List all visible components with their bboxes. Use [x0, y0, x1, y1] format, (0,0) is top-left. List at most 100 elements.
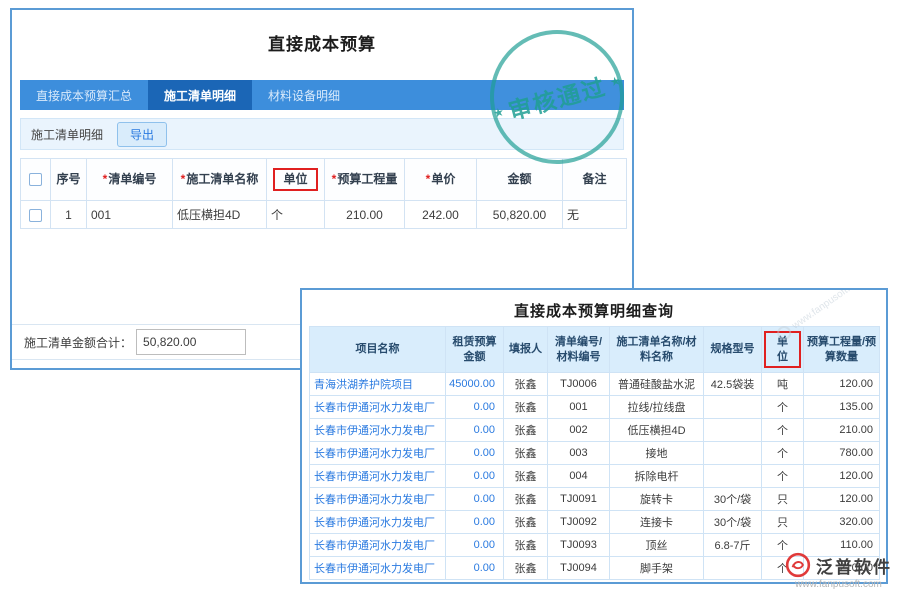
stamp-content: ★ 审核通过 ★: [489, 64, 625, 131]
quantity-cell: 135.00: [804, 396, 880, 419]
item-name-cell: 拆除电杆: [610, 465, 704, 488]
project-name-cell[interactable]: 长春市伊通河水力发电厂: [310, 419, 446, 442]
header-list-code: *清单编号: [87, 159, 173, 201]
unit-highlight-box: 单位: [273, 168, 317, 192]
brand-url: www.fanpusoft.com: [795, 579, 882, 590]
export-button[interactable]: 导出: [117, 122, 167, 147]
project-name-cell[interactable]: 长春市伊通河水力发电厂: [310, 534, 446, 557]
tab-material-equipment-detail[interactable]: 材料设备明细: [252, 80, 356, 110]
code-cell: 001: [548, 396, 610, 419]
project-name-cell[interactable]: 长春市伊通河水力发电厂: [310, 511, 446, 534]
project-name-cell[interactable]: 长春市伊通河水力发电厂: [310, 557, 446, 580]
item-name-cell: 普通硅酸盐水泥: [610, 373, 704, 396]
spec-cell: [704, 442, 762, 465]
item-name-cell: 接地: [610, 442, 704, 465]
price-cell: 242.00: [405, 201, 477, 229]
table-row[interactable]: 青海洪湖养护院项目 45000.00 张鑫 TJ0006 普通硅酸盐水泥 42.…: [310, 373, 880, 396]
unit-cell: 只: [762, 488, 804, 511]
code-cell: 004: [548, 465, 610, 488]
unit-cell: 个: [762, 442, 804, 465]
row-checkbox[interactable]: [29, 209, 42, 222]
rent-budget-cell: 0.00: [446, 534, 504, 557]
filler-cell: 张鑫: [504, 534, 548, 557]
project-name-cell[interactable]: 长春市伊通河水力发电厂: [310, 396, 446, 419]
code-cell: TJ0006: [548, 373, 610, 396]
required-mark: *: [103, 172, 108, 186]
tab-construction-list-detail[interactable]: 施工清单明细: [148, 80, 252, 110]
table-row[interactable]: 长春市伊通河水力发电厂 0.00 张鑫 003 接地 个 780.00: [310, 442, 880, 465]
item-name-cell: 连接卡: [610, 511, 704, 534]
header-code: 清单编号/材料编号: [548, 327, 610, 373]
project-name-cell[interactable]: 长春市伊通河水力发电厂: [310, 442, 446, 465]
header-list-name: *施工清单名称: [173, 159, 267, 201]
header-filler: 填报人: [504, 327, 548, 373]
code-cell: 002: [548, 419, 610, 442]
spec-cell: [704, 557, 762, 580]
header-rent-budget: 租赁预算金额: [446, 327, 504, 373]
unit-cell: 只: [762, 511, 804, 534]
filler-cell: 张鑫: [504, 396, 548, 419]
code-cell: TJ0093: [548, 534, 610, 557]
list-name-cell: 低压横担4D: [173, 201, 267, 229]
rent-budget-cell: 0.00: [446, 465, 504, 488]
code-cell: 003: [548, 442, 610, 465]
total-amount-input[interactable]: [136, 329, 246, 355]
required-mark: *: [181, 172, 186, 186]
spec-cell: [704, 465, 762, 488]
header-quantity: 预算工程量/预算数量: [804, 327, 880, 373]
rent-budget-cell: 0.00: [446, 511, 504, 534]
table-row[interactable]: 长春市伊通河水力发电厂 0.00 张鑫 004 拆除电杆 个 120.00: [310, 465, 880, 488]
rent-budget-cell: 0.00: [446, 419, 504, 442]
query-panel: www.fanpusoft.com 直接成本预算明细查询 项目名称 租赁预算金额…: [300, 288, 888, 584]
table-row[interactable]: 长春市伊通河水力发电厂 0.00 张鑫 TJ0091 旋转卡 30个/袋 只 1…: [310, 488, 880, 511]
item-name-cell: 拉线/拉线盘: [610, 396, 704, 419]
spec-cell: 30个/袋: [704, 488, 762, 511]
table-row[interactable]: 长春市伊通河水力发电厂 0.00 张鑫 TJ0092 连接卡 30个/袋 只 3…: [310, 511, 880, 534]
query-table: 项目名称 租赁预算金额 填报人 清单编号/材料编号 施工清单名称/材料名称 规格…: [309, 326, 880, 580]
remark-cell: 无: [563, 201, 627, 229]
tab-budget-summary[interactable]: 直接成本预算汇总: [20, 80, 148, 110]
rent-budget-cell: 0.00: [446, 442, 504, 465]
spec-cell: [704, 419, 762, 442]
header-price: *单价: [405, 159, 477, 201]
header-remark: 备注: [563, 159, 627, 201]
project-name-cell[interactable]: 长春市伊通河水力发电厂: [310, 465, 446, 488]
filler-cell: 张鑫: [504, 488, 548, 511]
spec-cell: 30个/袋: [704, 511, 762, 534]
query-table-body: 青海洪湖养护院项目 45000.00 张鑫 TJ0006 普通硅酸盐水泥 42.…: [310, 373, 880, 580]
seq-cell: 1: [51, 201, 87, 229]
unit-cell: 个: [762, 396, 804, 419]
brand-name: 泛普软件: [816, 553, 892, 578]
quantity-cell: 210.00: [804, 419, 880, 442]
item-name-cell: 旋转卡: [610, 488, 704, 511]
unit-cell: 个: [267, 201, 325, 229]
rent-budget-cell: 0.00: [446, 488, 504, 511]
total-label: 施工清单金额合计：: [24, 334, 132, 351]
project-name-cell[interactable]: 青海洪湖养护院项目: [310, 373, 446, 396]
brand-row: 泛普软件: [785, 552, 892, 578]
header-quantity: *预算工程量: [325, 159, 405, 201]
select-all-checkbox[interactable]: [29, 173, 42, 186]
item-name-cell: 脚手架: [610, 557, 704, 580]
quantity-cell: 120.00: [804, 488, 880, 511]
table-row[interactable]: 长春市伊通河水力发电厂 0.00 张鑫 001 拉线/拉线盘 个 135.00: [310, 396, 880, 419]
rent-budget-cell: 45000.00: [446, 373, 504, 396]
table-row[interactable]: 1 001 低压横担4D 个 210.00 242.00 50,820.00 无: [21, 201, 627, 229]
table-row[interactable]: 长春市伊通河水力发电厂 0.00 张鑫 002 低压横担4D 个 210.00: [310, 419, 880, 442]
project-name-cell[interactable]: 长春市伊通河水力发电厂: [310, 488, 446, 511]
quantity-cell: 120.00: [804, 465, 880, 488]
code-cell: TJ0094: [548, 557, 610, 580]
table-header-row: 序号 *清单编号 *施工清单名称 单位 *预算工程量 *单价 金额 备注: [21, 159, 627, 201]
quantity-cell: 210.00: [325, 201, 405, 229]
fanpu-logo-icon: [785, 552, 811, 578]
quantity-cell: 120.00: [804, 373, 880, 396]
construction-list-table: 序号 *清单编号 *施工清单名称 单位 *预算工程量 *单价 金额 备注 1 0…: [20, 158, 627, 229]
quantity-cell: 320.00: [804, 511, 880, 534]
list-code-cell: 001: [87, 201, 173, 229]
unit-cell: 个: [762, 465, 804, 488]
filler-cell: 张鑫: [504, 557, 548, 580]
rent-budget-cell: 0.00: [446, 557, 504, 580]
rent-budget-cell: 0.00: [446, 396, 504, 419]
header-spec: 规格型号: [704, 327, 762, 373]
filler-cell: 张鑫: [504, 419, 548, 442]
